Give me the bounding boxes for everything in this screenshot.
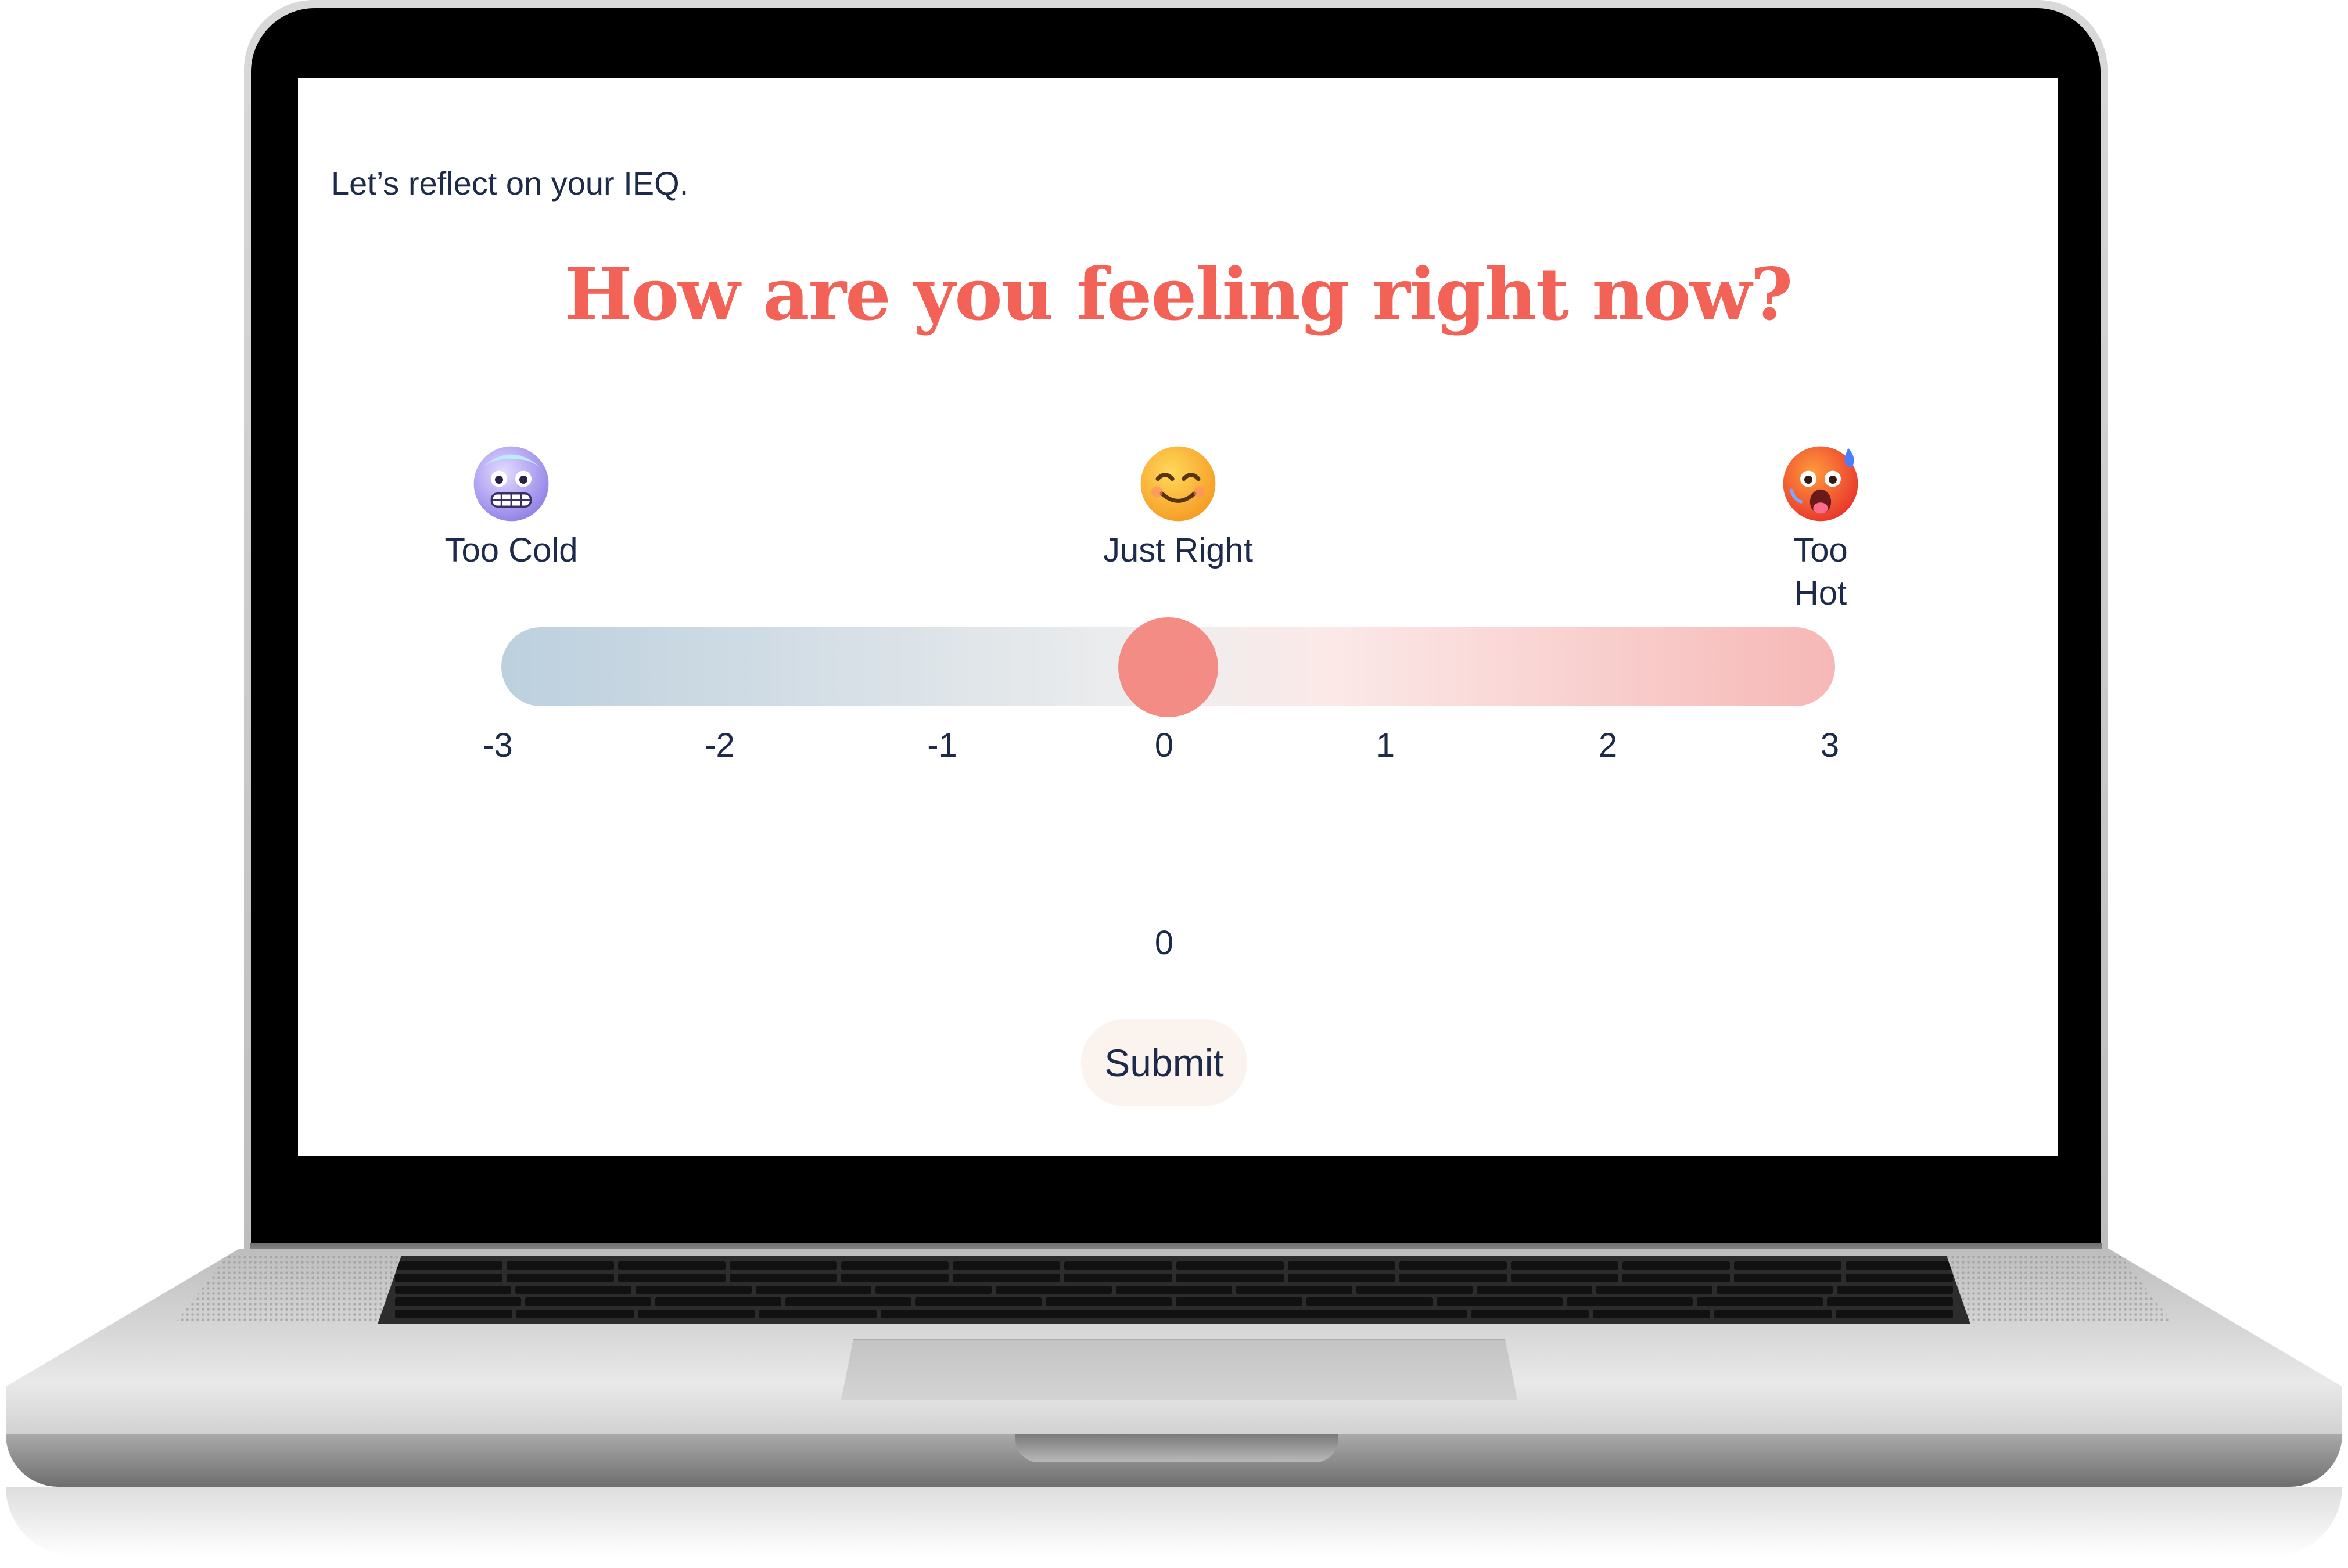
- tick-label: 3: [1820, 727, 1840, 764]
- lid-opening-notch: [1015, 1434, 1338, 1462]
- laptop-mockup: Let’s reflect on your IEQ. How are you f…: [0, 0, 2348, 1568]
- laptop-keyboard: [378, 1256, 1970, 1324]
- anchor-too-cold: Too Cold: [418, 443, 604, 572]
- tick-label: -1: [927, 727, 957, 764]
- cold-face-icon: [473, 446, 549, 522]
- laptop-reflection: [6, 1487, 2342, 1556]
- anchor-just-right: Just Right: [1071, 443, 1286, 572]
- intro-text: Let’s reflect on your IEQ.: [331, 165, 689, 202]
- anchor-label: Just Right: [1103, 531, 1253, 569]
- selected-value-readout: 0: [1154, 924, 1174, 962]
- anchor-label-line: Too: [1793, 531, 1848, 569]
- anchor-label-line: Hot: [1794, 574, 1847, 612]
- tick-label: -2: [705, 727, 735, 764]
- submit-button[interactable]: Submit: [1081, 1019, 1247, 1106]
- tick-label: 0: [1154, 727, 1174, 764]
- tick-label: -3: [483, 727, 513, 764]
- tick-label: 1: [1376, 727, 1395, 764]
- thermal-slider-thumb[interactable]: [1118, 617, 1218, 717]
- survey-screen: Let’s reflect on your IEQ. How are you f…: [298, 78, 2058, 1156]
- smiling-face-icon: [1140, 446, 1216, 522]
- laptop-trackpad: [841, 1339, 1517, 1400]
- anchor-label: Too Cold: [444, 531, 578, 569]
- anchor-too-hot: Too Hot: [1760, 443, 1882, 615]
- tick-label: 2: [1598, 727, 1618, 764]
- hot-face-icon: [1783, 446, 1858, 522]
- slider-tick-labels: -3 -2 -1 0 1 2 3: [298, 726, 2058, 772]
- question-heading: How are you feeling right now?: [564, 253, 1793, 337]
